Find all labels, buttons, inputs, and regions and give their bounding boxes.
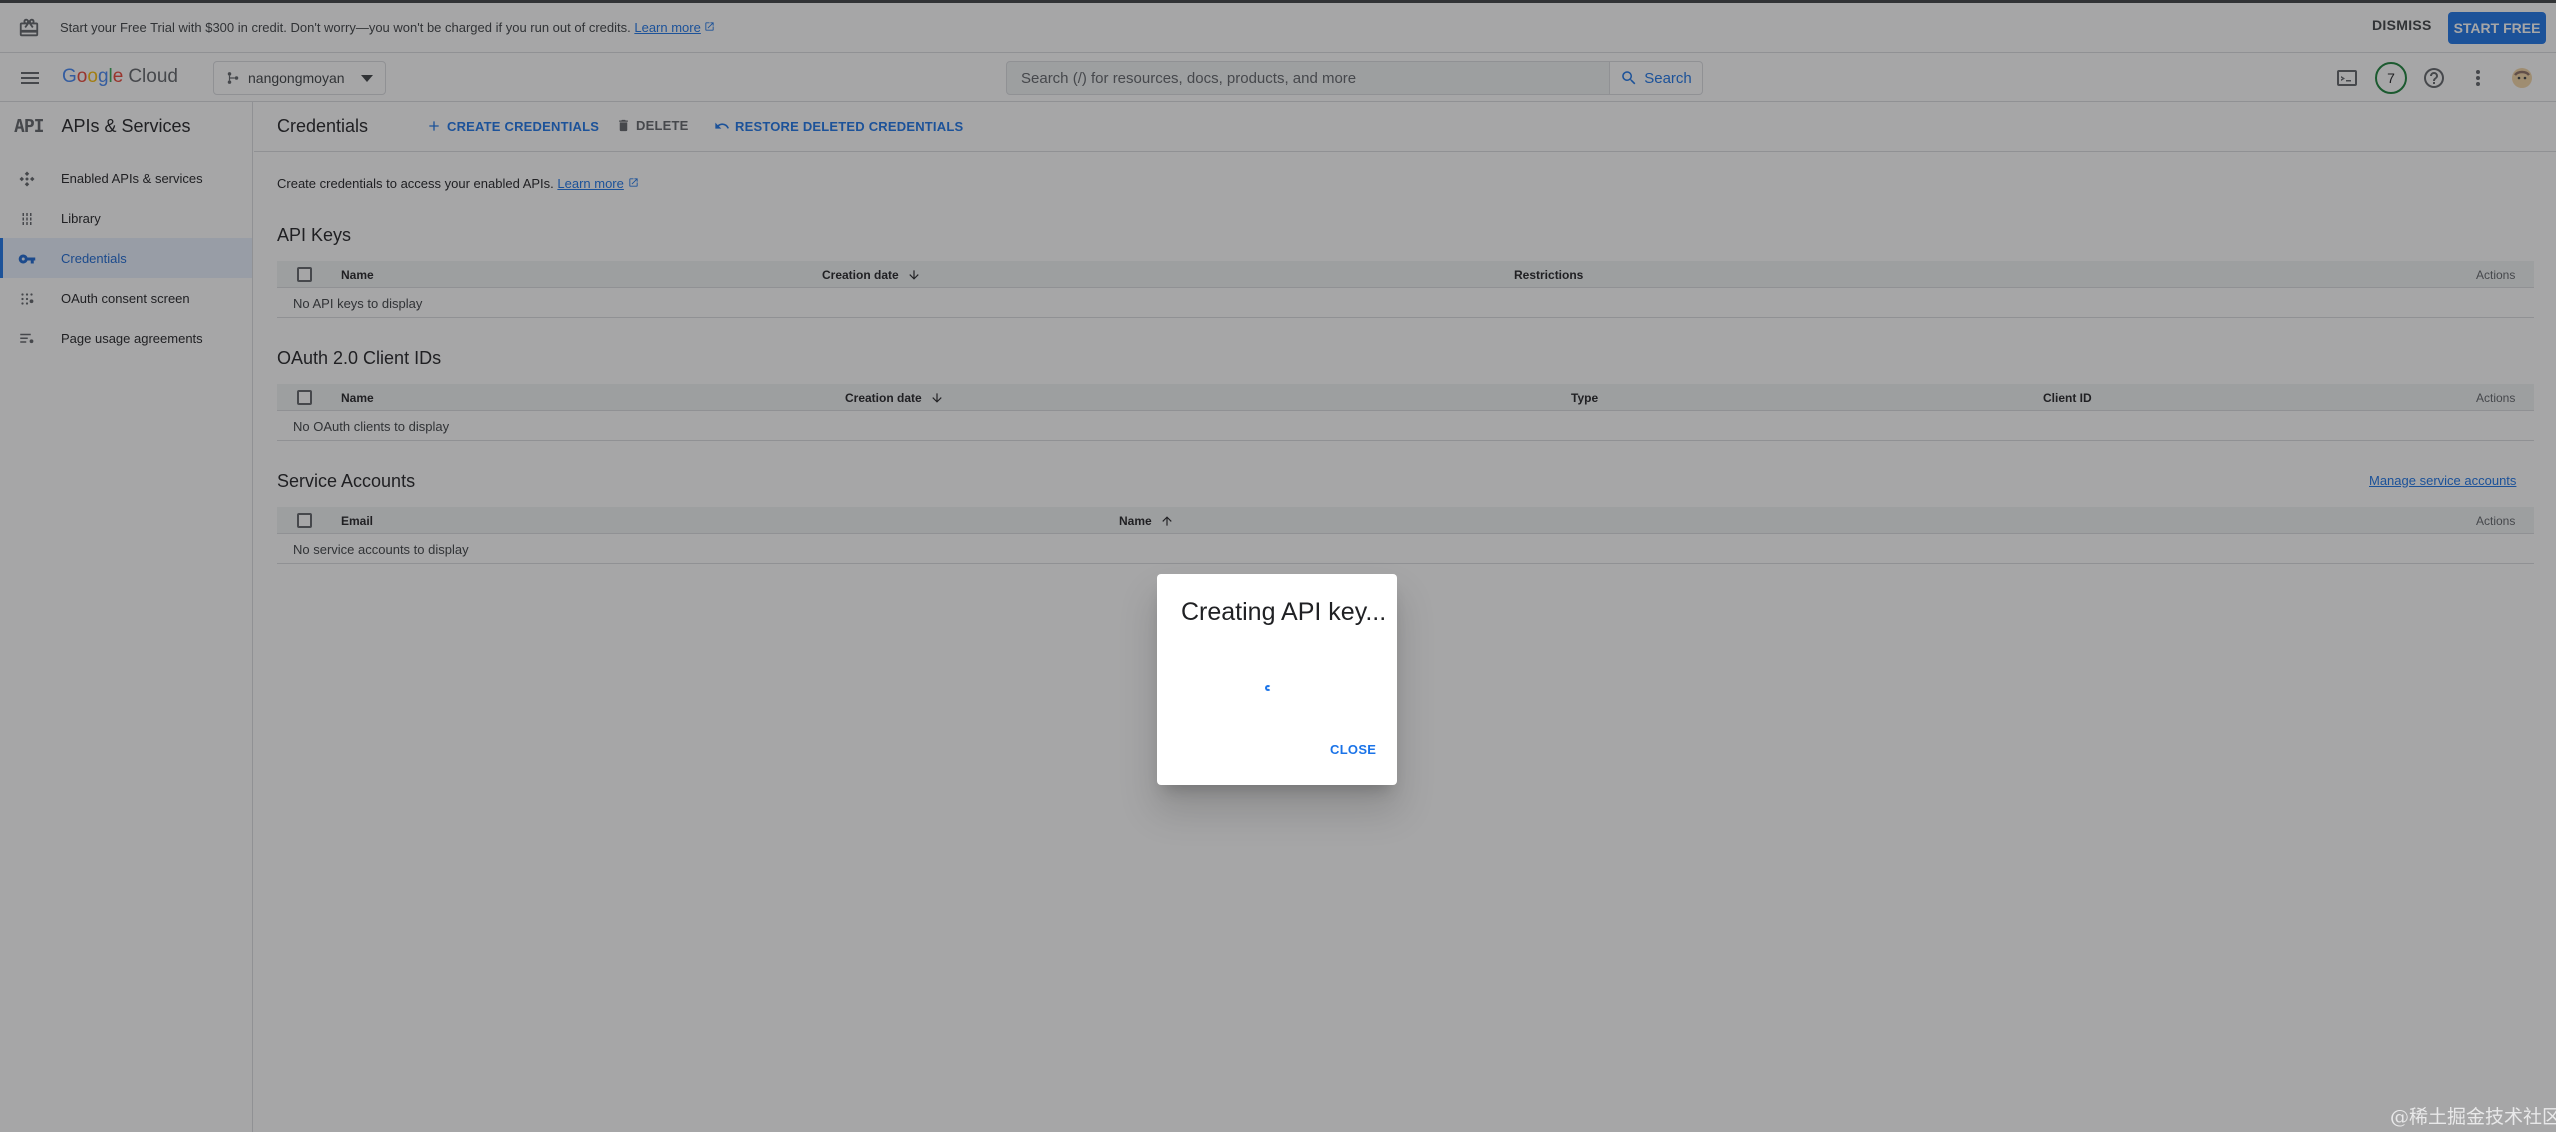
watermark: @稀土掘金技术社区 [2390,1106,2556,1128]
modal-backdrop[interactable] [0,0,2556,1132]
close-button[interactable]: CLOSE [1330,742,1376,757]
loading-spinner-icon [1265,685,1271,691]
dialog-title: Creating API key... [1181,598,1387,626]
creating-api-key-dialog: Creating API key... CLOSE [1157,574,1397,785]
